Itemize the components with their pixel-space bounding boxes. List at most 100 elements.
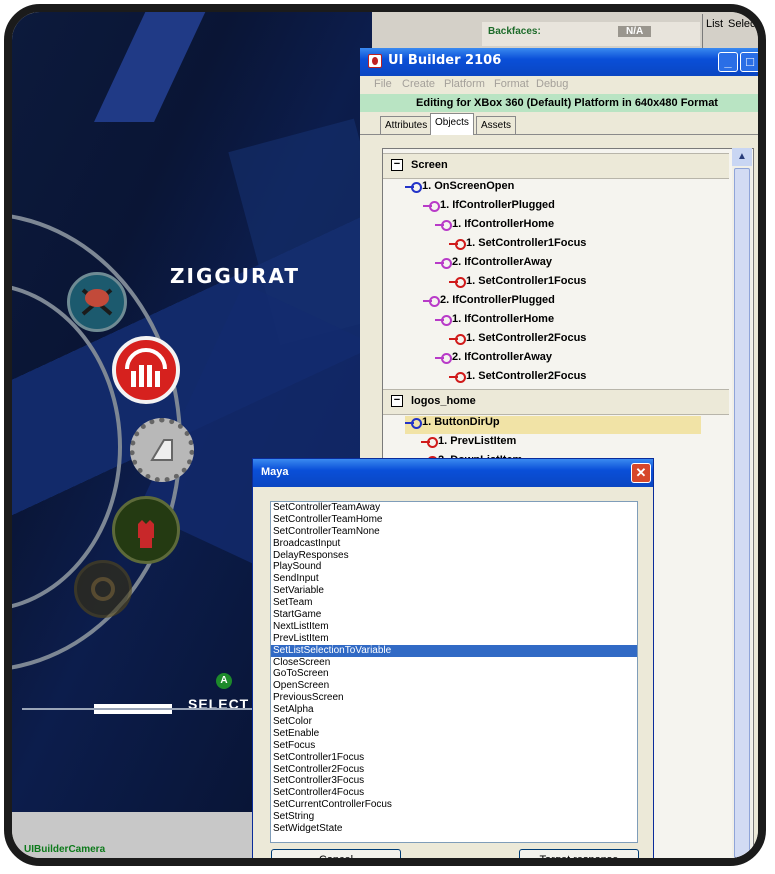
tree-node[interactable]: 1. IfControllerHome [435,218,554,236]
backfaces-row: Backfaces: N/A [482,22,700,46]
list-item[interactable]: SetController3Focus [271,775,637,787]
tree-node[interactable]: 1. PrevListItem [421,435,516,453]
list-item[interactable]: SetColor [271,716,637,728]
node-icon [449,333,466,345]
list-item[interactable]: PrevListItem [271,633,637,645]
tree-node-selected[interactable]: 1. ButtonDirUp [405,416,701,434]
screenshot-frame: ZIGGURAT A SELECT UIBuilderCamera 2 13 1… [4,4,766,866]
section-label: Screen [411,159,448,171]
node-icon [435,352,452,364]
ruler-tick: 14 [140,864,152,866]
tree-node[interactable]: 2. IfControllerPlugged [423,294,555,312]
list-item[interactable]: StartGame [271,609,637,621]
response-listbox[interactable]: SetControllerTeamAway SetControllerTeamHo… [270,501,638,843]
list-item[interactable]: SendInput [271,573,637,585]
target-response-button[interactable]: Target response [519,849,639,858]
window-title: UI Builder 2106 [388,53,502,68]
tree-node[interactable]: 1. SetController2Focus [449,370,586,388]
list-item[interactable]: PlaySound [271,561,637,573]
timeline-ruler[interactable]: 2 13 14 15 [12,864,372,866]
selected-label[interactable]: Selected [728,18,758,30]
backfaces-key: Backfaces: [488,26,541,37]
list-item[interactable]: SetCurrentControllerFocus [271,799,637,811]
list-item[interactable]: SetVariable [271,585,637,597]
node-icon [449,238,466,250]
node-icon [405,181,422,193]
list-item[interactable]: CloseScreen [271,657,637,669]
list-item-selected[interactable]: SetListSelectionToVariable [271,644,637,657]
list-item[interactable]: SetEnable [271,728,637,740]
list-item[interactable]: BroadcastInput [271,538,637,550]
section-label: logos_home [411,395,476,407]
divider [702,14,703,50]
tree-node[interactable]: 1. IfControllerHome [435,313,554,331]
ruler-tick: 15 [204,864,216,866]
node-icon [423,200,440,212]
scroll-thumb[interactable] [734,168,750,858]
menu-create[interactable]: Create [402,78,435,90]
maximize-icon[interactable]: □ [740,52,758,72]
tree-node[interactable]: 1. IfControllerPlugged [423,199,555,217]
list-item[interactable]: SetControllerTeamAway [271,502,637,514]
fist-icon[interactable] [112,496,180,564]
menu-platform[interactable]: Platform [444,78,485,90]
tab-assets[interactable]: Assets [476,116,517,134]
gear-logo-icon[interactable] [130,418,194,482]
list-item[interactable]: PreviousScreen [271,692,637,704]
list-item[interactable]: SetFocus [271,740,637,752]
tree-node[interactable]: 1. SetController2Focus [449,332,586,350]
collapse-icon[interactable]: − [391,159,403,171]
editing-banner: Editing for XBox 360 (Default) Platform … [360,94,758,112]
list-item[interactable]: SetAlpha [271,704,637,716]
steak-icon[interactable] [67,272,127,332]
node-icon [449,276,466,288]
list-item[interactable]: SetController4Focus [271,787,637,799]
menu-bar: File Create Platform Format Debug [360,76,758,94]
tab-bar: Attributes Objects Assets [360,112,758,135]
tree-node[interactable]: 2. IfControllerAway [435,351,552,369]
app-icon [368,54,382,68]
list-item[interactable]: SetController2Focus [271,764,637,776]
ziggurat-logo-icon[interactable] [112,336,180,404]
list-item[interactable]: SetString [271,811,637,823]
menu-debug[interactable]: Debug [536,78,568,90]
node-icon [405,417,422,429]
list-item[interactable]: DelayResponses [271,550,637,562]
minimize-icon[interactable]: _ [718,52,738,72]
close-icon[interactable]: ✕ [631,463,651,483]
node-icon [421,436,438,448]
maya-dialog: Maya ✕ SetControllerTeamAway SetControlle… [252,458,654,858]
tree-node[interactable]: 1. SetController1Focus [449,237,586,255]
list-item[interactable]: OpenScreen [271,680,637,692]
list-item[interactable]: SetControllerTeamHome [271,514,637,526]
list-item[interactable]: SetController1Focus [271,752,637,764]
tree-node[interactable]: 1. SetController1Focus [449,275,586,293]
maya-titlebar[interactable]: Maya ✕ [253,459,653,487]
tree-node[interactable]: 1. OnScreenOpen [405,180,514,198]
menu-format[interactable]: Format [494,78,529,90]
a-button-icon: A [216,673,232,689]
camera-label: UIBuilderCamera [24,844,106,855]
menu-file[interactable]: File [374,78,392,90]
list-item[interactable]: SetWidgetState [271,823,637,835]
section-screen[interactable]: − Screen [383,153,729,179]
section-logos-home[interactable]: − logos_home [383,389,729,415]
tree-node[interactable]: 2. IfControllerAway [435,256,552,274]
brand-title: ZIGGURAT [170,264,300,288]
tree-scrollbar[interactable]: ▲ [732,148,752,858]
list-item[interactable]: SetControllerTeamNone [271,526,637,538]
list-item[interactable]: SetTeam [271,597,637,609]
list-item[interactable]: NextListItem [271,621,637,633]
collapse-icon[interactable]: − [391,395,403,407]
tab-objects[interactable]: Objects [430,113,474,135]
list-item[interactable]: GoToScreen [271,668,637,680]
ruler-tick: 2 [12,864,18,866]
ui-builder-titlebar[interactable]: UI Builder 2106 _ □ ✕ [360,48,766,76]
faded-logo-icon [74,560,132,618]
tab-attributes[interactable]: Attributes [380,116,433,134]
ruler-tick: 13 [74,864,86,866]
close-icon[interactable]: ✕ [762,52,766,72]
cancel-button[interactable]: Cancel [271,849,401,858]
list-label[interactable]: List [706,18,723,30]
scroll-up-icon[interactable]: ▲ [732,148,752,166]
